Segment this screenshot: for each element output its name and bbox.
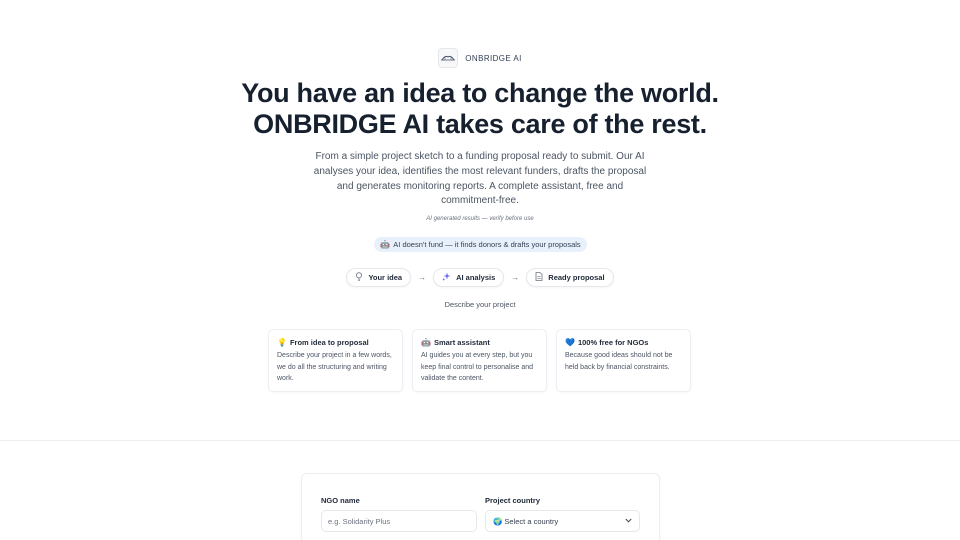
robot-icon: 🤖 (421, 338, 431, 347)
step-label: Ready proposal (548, 273, 605, 282)
country-field-group: Project country 🌍 Select a country (485, 496, 640, 532)
info-pill-text: AI doesn't fund — it finds donors & draf… (393, 240, 581, 249)
info-pill: 🤖 AI doesn't fund — it finds donors & dr… (374, 237, 587, 252)
feature-title: Smart assistant (433, 338, 490, 347)
describe-project-label: Describe your project (444, 300, 516, 309)
lightbulb-icon: 💡 (277, 338, 287, 347)
bridge-logo-icon (438, 48, 459, 68)
ngo-name-input[interactable] (321, 510, 477, 532)
ngo-name-label: NGO name (321, 496, 360, 505)
step-label: Your idea (368, 273, 403, 282)
ngo-name-field-group: NGO name (321, 496, 477, 532)
country-selected-value: 🌍 Select a country (493, 516, 559, 526)
hero-title-line-1: You have an idea to change the world. (241, 78, 719, 108)
process-steps: Your idea → AI analysis → Ready proposal (0, 268, 960, 287)
feature-text: Because good ideas should not be held ba… (565, 352, 673, 371)
hero-description: From a simple project sketch to a fundin… (313, 151, 647, 207)
feature-title: 100% free for NGOs (577, 338, 649, 347)
feature-text: Describe your project in a few words, we… (277, 352, 392, 383)
brand-header: ONBRIDGE AI (0, 48, 960, 68)
hero-title: You have an idea to change the world. ON… (0, 78, 960, 140)
arrow-right-icon: → (511, 273, 520, 282)
chevron-down-icon (625, 518, 632, 525)
feature-cards: 💡 From idea to proposal Describe your pr… (268, 329, 692, 392)
step-label: AI analysis (456, 273, 496, 282)
section-divider (0, 440, 960, 441)
ai-disclaimer: AI generated results — verify before use (426, 216, 534, 222)
document-icon (535, 272, 543, 283)
robot-icon: 🤖 (380, 240, 391, 249)
feature-title: From idea to proposal (289, 338, 369, 347)
feature-card-idea-to-proposal: 💡 From idea to proposal Describe your pr… (268, 329, 403, 392)
country-label: Project country (485, 496, 541, 505)
project-form: NGO name Project country 🌍 Select a coun… (301, 473, 660, 540)
country-select[interactable]: 🌍 Select a country (485, 510, 640, 532)
lightbulb-icon (355, 272, 363, 283)
sparkle-icon (442, 272, 451, 283)
step-ai-analysis[interactable]: AI analysis (433, 268, 505, 287)
feature-card-free-for-ngos: 💙 100% free for NGOs Because good ideas … (556, 329, 691, 392)
step-ready-proposal[interactable]: Ready proposal (526, 268, 614, 287)
feature-card-smart-assistant: 🤖 Smart assistant AI guides you at every… (412, 329, 547, 392)
brand-name: ONBRIDGE AI (465, 53, 522, 63)
feature-text: AI guides you at every step, but you kee… (421, 352, 534, 383)
blue-heart-icon: 💙 (565, 338, 575, 347)
hero-title-line-2: ONBRIDGE AI takes care of the rest. (253, 109, 707, 139)
arrow-right-icon: → (418, 273, 427, 282)
step-your-idea[interactable]: Your idea (346, 268, 412, 287)
